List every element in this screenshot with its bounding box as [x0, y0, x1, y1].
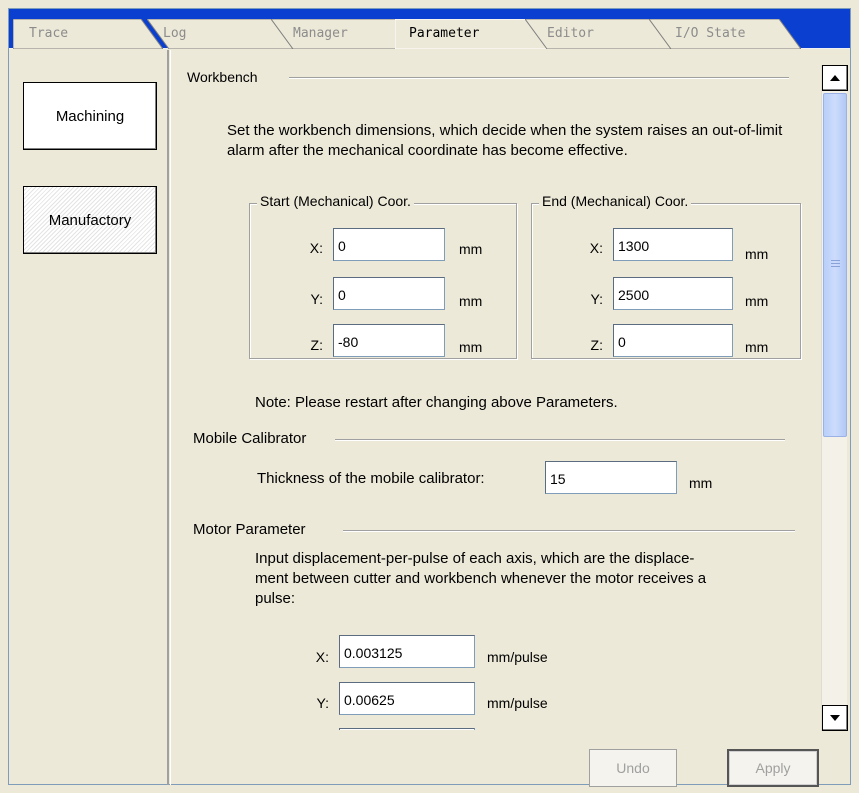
tab-parameter-label: Parameter: [409, 26, 480, 41]
calibrator-label: Thickness of the mobile calibrator:: [257, 470, 485, 487]
start-z-unit: mm: [459, 339, 483, 355]
motor-x-label: X:: [315, 649, 329, 665]
machining-button-label: Machining: [55, 107, 125, 125]
motor-x-unit: mm/pulse: [487, 649, 548, 665]
end-x-label: X:: [589, 240, 603, 256]
category-panel: Machining Manufactory: [9, 50, 171, 785]
end-z-input[interactable]: [613, 324, 733, 357]
tab-manager-label: Manager: [293, 26, 348, 41]
start-x-input[interactable]: [333, 228, 445, 261]
calibrator-thickness-input[interactable]: [545, 461, 677, 494]
scroll-thumb[interactable]: [823, 93, 847, 437]
tab-strip: Trace Log Manager Parameter Editor I/O S…: [9, 9, 850, 49]
manufactory-button-label: Manufactory: [48, 211, 132, 229]
tab-trace-label: Trace: [29, 26, 69, 41]
motor-z-input[interactable]: [339, 728, 475, 730]
tab-trace[interactable]: Trace: [13, 19, 163, 49]
undo-button[interactable]: Undo: [589, 749, 677, 787]
arrow-up-icon: [830, 75, 840, 81]
restart-note: Note: Please restart after changing abov…: [255, 394, 618, 411]
workbench-title: Workbench: [187, 69, 264, 85]
end-y-label: Y:: [590, 291, 603, 307]
tab-io-state[interactable]: I/O State: [649, 19, 801, 49]
parameter-content: Workbench Set the workbench dimensions, …: [179, 65, 819, 730]
tab-io-state-label: I/O State: [675, 26, 746, 41]
motor-y-input[interactable]: [339, 682, 475, 715]
end-y-input[interactable]: [613, 277, 733, 310]
motor-description-line3: pulse:: [255, 590, 296, 607]
motor-divider: [343, 530, 795, 532]
workbench-description: Set the workbench dimensions, which deci…: [227, 122, 783, 159]
end-coor-title: End (Mechanical) Coor.: [539, 193, 692, 209]
start-y-unit: mm: [459, 293, 483, 309]
motor-title: Motor Parameter: [193, 521, 312, 538]
start-x-label: X:: [309, 240, 323, 256]
motor-description-line2: ment between cutter and workbench whenev…: [255, 570, 707, 587]
start-z-input[interactable]: [333, 324, 445, 357]
calibrator-title: Mobile Calibrator: [193, 430, 313, 447]
end-x-unit: mm: [745, 246, 769, 262]
start-z-label: Z:: [310, 337, 323, 353]
calibrator-unit: mm: [689, 475, 713, 491]
end-y-unit: mm: [745, 293, 769, 309]
apply-button[interactable]: Apply: [727, 749, 819, 787]
motor-y-label: Y:: [316, 695, 329, 711]
start-x-unit: mm: [459, 241, 483, 257]
machining-button[interactable]: Machining: [23, 82, 157, 150]
start-y-input[interactable]: [333, 277, 445, 310]
calibrator-divider: [335, 439, 785, 441]
workbench-divider: [289, 77, 789, 79]
scroll-down-button[interactable]: [822, 705, 848, 731]
thumb-grip-line: [831, 260, 840, 261]
scroll-up-button[interactable]: [822, 65, 848, 91]
motor-y-unit: mm/pulse: [487, 695, 548, 711]
manufactory-button[interactable]: Manufactory: [23, 186, 157, 254]
end-x-input[interactable]: [613, 228, 733, 261]
end-z-unit: mm: [745, 339, 769, 355]
undo-button-label: Undo: [616, 760, 650, 776]
motor-description-line1: Input displacement-per-pulse of each axi…: [255, 550, 695, 567]
arrow-down-icon: [830, 715, 840, 721]
end-z-label: Z:: [590, 337, 603, 353]
thumb-grip-line: [831, 263, 840, 264]
motor-x-input[interactable]: [339, 635, 475, 668]
start-coor-title: Start (Mechanical) Coor.: [257, 193, 414, 209]
tab-log-label: Log: [163, 26, 187, 41]
vertical-scrollbar[interactable]: [821, 65, 848, 731]
start-y-label: Y:: [310, 291, 323, 307]
thumb-grip-line: [831, 266, 840, 267]
parameter-window: Trace Log Manager Parameter Editor I/O S…: [8, 8, 851, 787]
apply-button-label: Apply: [755, 760, 791, 776]
tab-editor-label: Editor: [547, 26, 594, 41]
